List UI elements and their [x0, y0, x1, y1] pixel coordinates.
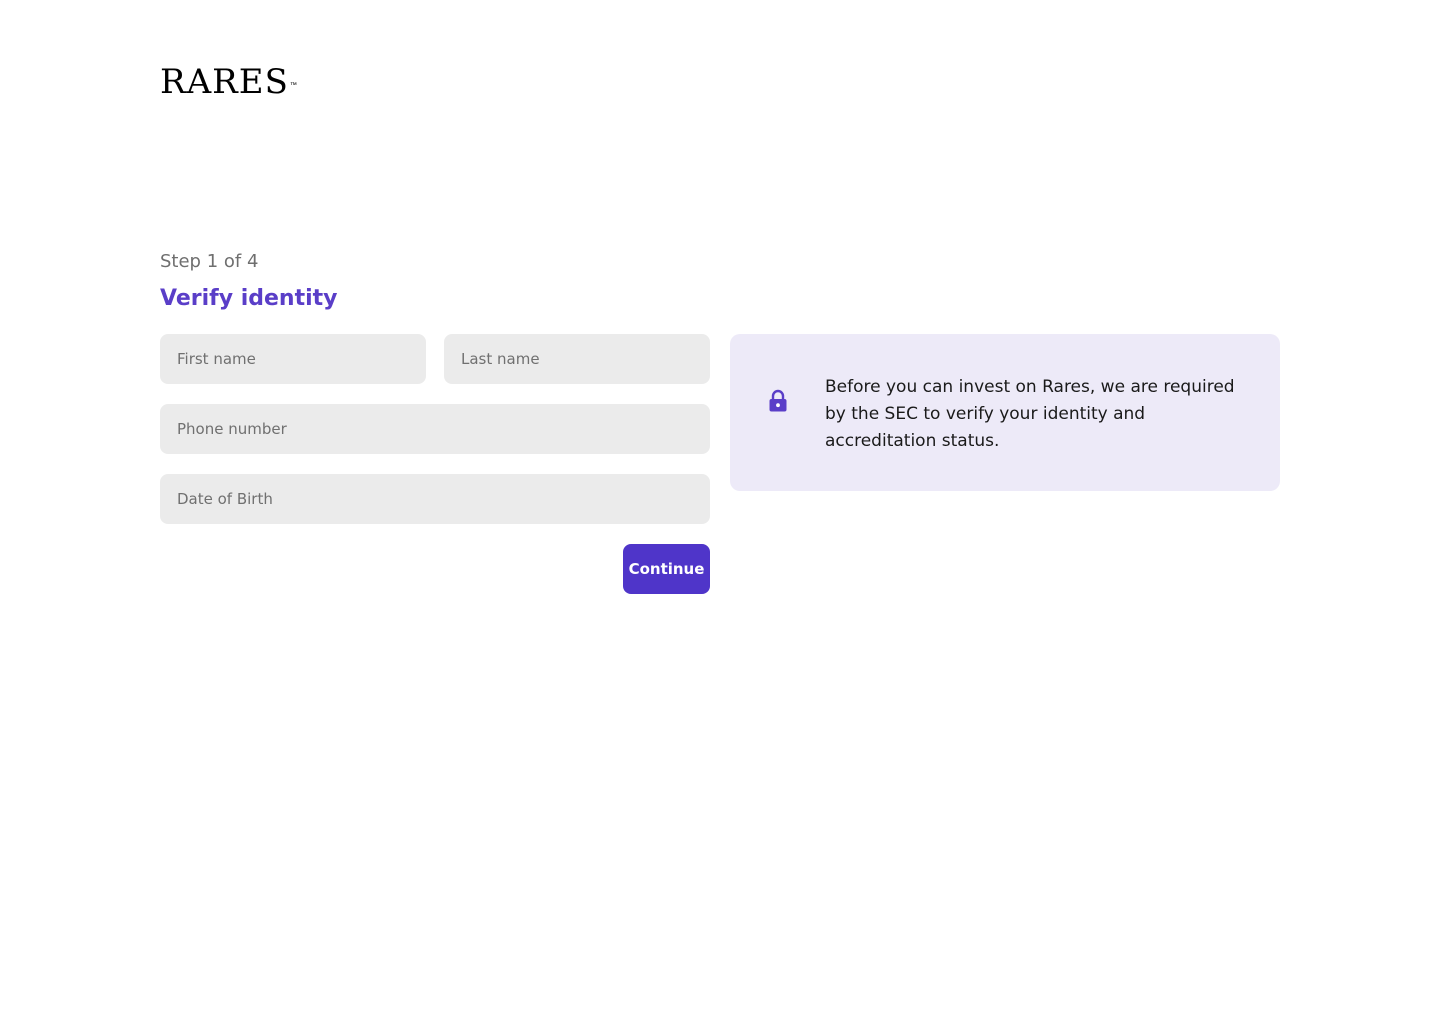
phone-number-field[interactable]: [160, 404, 710, 454]
lock-icon: [768, 389, 788, 413]
last-name-field[interactable]: [444, 334, 710, 384]
logo-wordmark: RARES: [160, 62, 289, 102]
page-title: Verify identity: [160, 286, 338, 311]
step-indicator: Step 1 of 4: [160, 251, 259, 272]
first-name-field[interactable]: [160, 334, 426, 384]
rares-logo[interactable]: RARES™: [160, 64, 298, 100]
info-text: Before you can invest on Rares, we are r…: [825, 377, 1235, 451]
info-card: Before you can invest on Rares, we are r…: [730, 334, 1280, 491]
date-of-birth-field[interactable]: [160, 474, 710, 524]
trademark-mark: ™: [289, 82, 298, 89]
continue-button[interactable]: Continue: [623, 544, 710, 594]
